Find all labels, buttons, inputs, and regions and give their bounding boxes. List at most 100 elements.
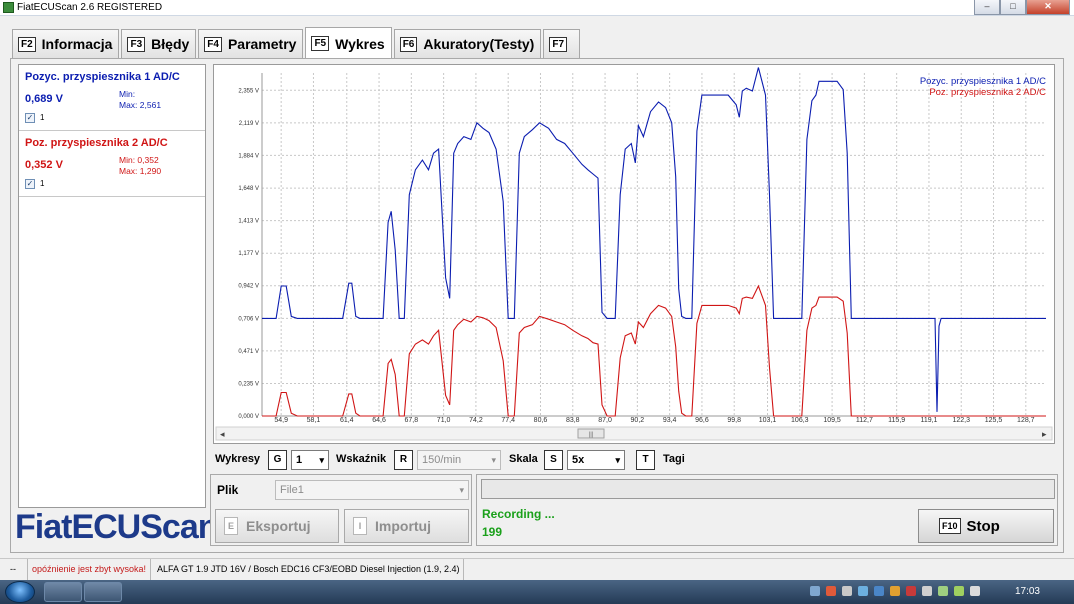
channel-value: 0,689 V — [25, 93, 63, 105]
series-line-1 — [262, 67, 1046, 412]
chart-panel: 0,000 V 0,235 V 0,471 V 0,706 V 0,942 V 1,177… — [213, 64, 1055, 444]
scroll-grip-icon: ||| — [589, 432, 594, 438]
tags-key[interactable]: T — [636, 450, 655, 470]
import-button[interactable]: I Importuj — [344, 509, 469, 543]
export-key: E — [224, 517, 238, 535]
recording-panel: Recording ... 199 F10 Stop — [476, 474, 1058, 546]
x-tick-label: 128,7 — [1017, 417, 1035, 424]
minimize-button[interactable]: – — [974, 0, 1000, 15]
network-icon[interactable] — [954, 586, 964, 596]
line-chart: 0,000 V 0,235 V 0,471 V 0,706 V 0,942 V 1,177… — [215, 67, 1053, 441]
tab-label: Akuratory(Testy) — [423, 36, 535, 52]
app-icon — [3, 2, 14, 13]
y-tick-label: 0,706 V — [238, 316, 259, 322]
x-tick-label: 93,4 — [663, 417, 677, 424]
tab-key: F7 — [549, 36, 568, 52]
scroll-left-icon: ◂ — [220, 429, 225, 439]
fiatecuscan-taskbar-icon[interactable] — [84, 582, 122, 602]
window-controls: – □ ✕ — [974, 0, 1070, 15]
legend-entry: Poz. przyspiesznika 2 AD/C — [929, 87, 1046, 98]
x-tick-label: 122,3 — [952, 417, 970, 424]
x-tick-label: 109,5 — [823, 417, 841, 424]
tab-label: Parametry — [227, 36, 297, 52]
x-tick-label: 77,4 — [501, 417, 515, 424]
status-bar: -- opóźnienie jest zbyt wysoka! ALFA GT … — [0, 558, 1074, 580]
channel-list: Pozyc. przyspiesznika 1 AD/C 0,689 V Min… — [18, 64, 206, 508]
channel-min: Min: 0,352 — [119, 155, 159, 165]
tab-informacja[interactable]: F2 Informacja — [12, 29, 120, 58]
x-tick-label: 64,6 — [372, 417, 386, 424]
scale-select[interactable]: 5x ▾ — [567, 450, 625, 470]
chevron-down-icon: ▾ — [459, 485, 464, 495]
tab-key: F5 — [311, 36, 330, 51]
sample-count: 199 — [482, 525, 503, 539]
tray-icon[interactable] — [922, 586, 932, 596]
chart-scrollbar — [215, 426, 1053, 441]
system-tray — [810, 586, 980, 596]
explorer-taskbar-icon[interactable] — [44, 582, 82, 602]
tab-f7[interactable]: F7 — [543, 29, 581, 58]
x-tick-label: 103,1 — [759, 417, 777, 424]
channel-1[interactable]: Pozyc. przyspiesznika 1 AD/C 0,689 V Min… — [19, 65, 205, 131]
tray-icon[interactable] — [842, 586, 852, 596]
channel-max: Max: 1,290 — [119, 166, 162, 176]
tray-icon[interactable] — [906, 586, 916, 596]
x-tick-label: 106,3 — [791, 417, 809, 424]
import-key: I — [353, 517, 367, 535]
tray-icon[interactable] — [810, 586, 820, 596]
tab-strip: F2 Informacja F3 Błędy F4 Parametry F5 W… — [12, 27, 582, 59]
channel-name: Poz. przyspiesznika 2 AD/C — [25, 137, 168, 149]
file-select-value: File1 — [280, 484, 304, 496]
indicator-key: R — [394, 450, 413, 470]
y-tick-label: 1,648 V — [238, 186, 259, 192]
scale-select-value: 5x — [572, 454, 585, 466]
channel-value: 0,352 V — [25, 159, 63, 171]
export-button[interactable]: E Eksportuj — [215, 509, 339, 543]
channel-2[interactable]: Poz. przyspiesznika 2 AD/C 0,352 V Min: … — [19, 131, 205, 197]
channel-checkbox[interactable]: ✓ — [25, 113, 35, 123]
export-label: Eksportuj — [246, 518, 311, 534]
y-tick-label: 0,471 V — [238, 349, 259, 355]
tab-bledy[interactable]: F3 Błędy — [121, 29, 197, 58]
battery-icon[interactable] — [938, 586, 948, 596]
x-tick-label: 119,1 — [920, 417, 937, 424]
x-tick-label: 67,8 — [405, 417, 419, 424]
close-button[interactable]: ✕ — [1026, 0, 1070, 15]
file-select[interactable]: File1 ▾ — [275, 480, 469, 500]
x-tick-label: 99,8 — [727, 417, 741, 424]
maximize-button[interactable]: □ — [1000, 0, 1026, 15]
indicator-select[interactable]: 150/min ▾ — [417, 450, 501, 470]
chevron-down-icon: ▾ — [615, 455, 620, 465]
tab-label: Wykres — [335, 35, 385, 52]
channel-checkbox[interactable]: ✓ — [25, 179, 35, 189]
x-tick-label: 87,0 — [598, 417, 612, 424]
tab-label: Błędy — [151, 36, 190, 52]
x-tick-label: 80,6 — [534, 417, 548, 424]
app-logo: FiatECUScan — [15, 508, 218, 546]
stop-key: F10 — [939, 518, 961, 534]
chart-controls: Wykresy G 1 ▾ Wskaźnik R 150/min ▾ Skala… — [215, 450, 1055, 470]
charts-select[interactable]: 1 ▾ — [291, 450, 329, 470]
y-tick-label: 1,884 V — [238, 153, 259, 159]
stop-label: Stop — [966, 517, 1000, 535]
start-button-icon[interactable] — [5, 581, 35, 603]
tray-icon[interactable] — [826, 586, 836, 596]
tab-akuratory[interactable]: F6 Akuratory(Testy) — [393, 29, 542, 58]
status-ecu: ALFA GT 1.9 JTD 16V / Bosch EDC16 CF3/EO… — [153, 559, 465, 580]
y-tick-label: 1,177 V — [238, 251, 259, 257]
scale-key: S — [544, 450, 563, 470]
indicator-select-value: 150/min — [422, 454, 462, 466]
volume-icon[interactable] — [970, 586, 980, 596]
tray-icon[interactable] — [890, 586, 900, 596]
stop-button[interactable]: F10 Stop — [918, 509, 1054, 543]
tab-wykres[interactable]: F5 Wykres — [305, 27, 392, 59]
tab-parametry[interactable]: F4 Parametry — [198, 29, 304, 58]
y-tick-label: 0,000 V — [238, 414, 259, 420]
file-panel: Plik File1 ▾ E Eksportuj I Importuj — [210, 474, 472, 546]
tray-icon[interactable] — [858, 586, 868, 596]
channel-name: Pozyc. przyspiesznika 1 AD/C — [25, 71, 180, 83]
x-tick-label: 90,2 — [631, 417, 645, 424]
bluetooth-icon[interactable] — [874, 586, 884, 596]
x-tick-label: 58,1 — [307, 417, 321, 424]
tab-label: Informacja — [41, 36, 113, 52]
